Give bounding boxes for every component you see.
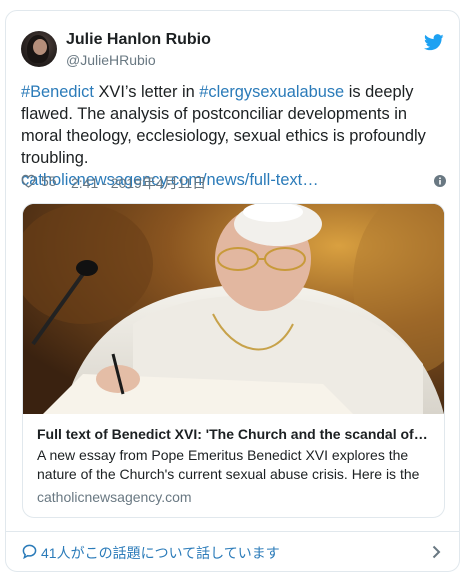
tweet-text-part1: XVI’s letter in (93, 83, 200, 101)
hashtag-clergysexualabuse[interactable]: #clergysexualabuse (199, 83, 344, 101)
hashtag-benedict[interactable]: #Benedict (21, 83, 94, 101)
card-domain: catholicnewsagency.com (37, 489, 192, 505)
tweet-embed[interactable]: Julie Hanlon Rubio @JulieHRubio #Benedic… (5, 10, 460, 572)
link-card[interactable]: Full text of Benedict XVI: 'The Church a… (22, 203, 445, 518)
conversation-count-link[interactable]: 41人がこの話題について話しています (41, 543, 280, 563)
tweet-meta: 55 2:41 - 2019年4月11日 (21, 171, 446, 191)
card-image (23, 204, 444, 414)
card-title[interactable]: Full text of Benedict XVI: 'The Church a… (37, 426, 432, 442)
info-icon[interactable] (434, 175, 446, 187)
author-handle[interactable]: @JulieHRubio (66, 52, 156, 68)
card-photo (23, 204, 444, 414)
like-count[interactable]: 55 (41, 173, 57, 189)
avatar[interactable] (21, 31, 57, 67)
author-name[interactable]: Julie Hanlon Rubio (66, 31, 211, 49)
heart-icon[interactable] (21, 174, 36, 188)
tweet-timestamp[interactable]: 2:41 - 2019年4月11日 (71, 173, 206, 193)
chevron-right-icon[interactable] (432, 545, 441, 559)
twitter-bird-icon[interactable] (424, 34, 444, 51)
conversation-footer[interactable]: 41人がこの話題について話しています (6, 531, 459, 571)
card-description: A new essay from Pope Emeritus Benedict … (37, 447, 420, 482)
tweet-header: Julie Hanlon Rubio @JulieHRubio (21, 31, 444, 71)
speech-bubble-icon (22, 544, 37, 559)
avatar-face (33, 39, 47, 55)
